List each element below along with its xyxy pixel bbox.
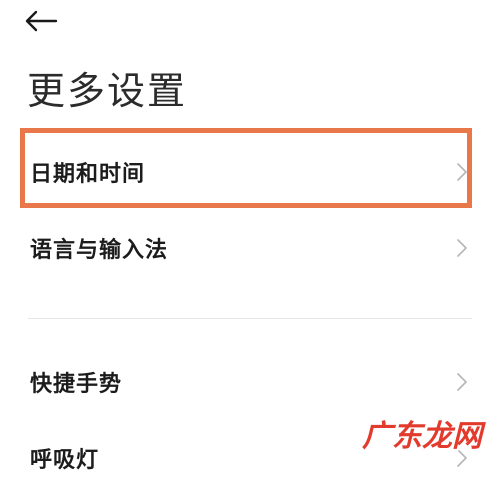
- page-title: 更多设置: [27, 69, 188, 113]
- section-divider: [28, 318, 472, 319]
- settings-item-label: 呼吸灯: [30, 448, 100, 473]
- settings-item-language-input[interactable]: 语言与输入法: [0, 218, 500, 278]
- back-button[interactable]: [24, 6, 64, 36]
- arrow-left-icon: [25, 10, 58, 32]
- chevron-right-icon: [456, 162, 468, 182]
- settings-item-label: 快捷手势: [30, 372, 123, 397]
- settings-item-date-time[interactable]: 日期和时间: [0, 142, 500, 202]
- settings-item-label: 语言与输入法: [30, 238, 169, 263]
- chevron-right-icon: [456, 372, 468, 392]
- watermark-logo: 广东龙网 广东龙网: [360, 417, 489, 457]
- settings-item-shortcut-gestures[interactable]: 快捷手势: [0, 352, 500, 412]
- chevron-right-icon: [456, 238, 468, 258]
- settings-item-label: 日期和时间: [30, 162, 146, 187]
- svg-text:广东龙网: 广东龙网: [362, 419, 486, 454]
